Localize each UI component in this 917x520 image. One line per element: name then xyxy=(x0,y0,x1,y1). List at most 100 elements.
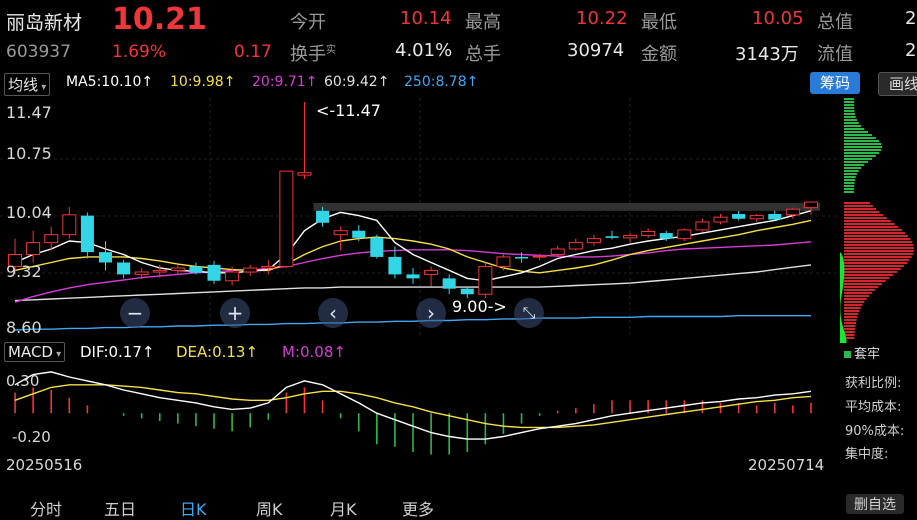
candle-body xyxy=(785,208,800,216)
candle xyxy=(641,228,656,238)
tab-daily-k[interactable]: 日K xyxy=(180,496,207,520)
tab-weekly-k[interactable]: 周K xyxy=(256,496,283,520)
float-label: 流值 xyxy=(817,44,853,65)
stock-name: 丽岛新材 xyxy=(6,12,83,34)
chip-bar-trapped xyxy=(844,223,895,225)
candle-body xyxy=(225,271,240,282)
candle-body xyxy=(26,242,41,256)
chip-bar-trapped xyxy=(844,328,856,330)
candle-body xyxy=(152,269,167,273)
candle-body xyxy=(550,248,565,256)
candle xyxy=(297,102,312,180)
chip-bar-profit xyxy=(844,176,856,178)
macd-select[interactable]: MACD ▾ xyxy=(4,342,66,362)
tab-intraday[interactable]: 分时 xyxy=(30,496,62,520)
m-legend: M:0.08↑ xyxy=(282,343,346,361)
low-label: 最低 xyxy=(641,12,677,33)
stock-code: 603937 xyxy=(6,42,71,62)
chip-bar-trapped xyxy=(844,214,884,216)
tab-more[interactable]: 更多 xyxy=(402,496,434,520)
candle-body xyxy=(352,230,366,238)
chip-bar-trapped xyxy=(844,253,914,255)
candle-body xyxy=(134,271,149,275)
candle xyxy=(261,260,276,275)
candle xyxy=(80,212,94,259)
chip-bar-profit xyxy=(844,110,855,112)
cost-90-label: 90%成本: xyxy=(845,424,905,439)
end-date: 20250714 xyxy=(748,456,825,474)
chip-bar-profit xyxy=(844,107,855,109)
ma60-legend: 60:9.42↑ xyxy=(324,74,390,90)
chip-bar-trapped xyxy=(844,265,905,267)
chip-bar-profit xyxy=(844,143,882,145)
candle-body xyxy=(388,256,402,275)
chip-bar-profit xyxy=(844,164,865,166)
prev-button[interactable]: ‹ xyxy=(318,298,348,328)
remove-watchlist-button[interactable]: 删自选 xyxy=(846,494,904,514)
candle-body xyxy=(243,267,258,273)
candle-body xyxy=(117,262,131,275)
candle-body xyxy=(261,265,276,269)
chip-bar-profit xyxy=(844,104,855,106)
chip-bar-trapped xyxy=(844,268,901,270)
candle-body xyxy=(297,172,312,176)
chip-bar-profit xyxy=(844,188,855,190)
chip-bar-profit xyxy=(844,101,855,103)
chip-bar-trapped xyxy=(844,295,870,297)
avg-cost-label: 平均成本: xyxy=(845,400,902,415)
next-button[interactable]: › xyxy=(416,298,446,328)
candle-body xyxy=(370,237,384,257)
candle-body xyxy=(768,214,782,220)
chip-distribution-chart xyxy=(840,98,914,343)
chip-bar-trapped xyxy=(844,292,872,294)
candle-body xyxy=(44,234,59,244)
indicator-select[interactable]: 均线 ▾ xyxy=(4,73,51,96)
zoom-in-button[interactable]: + xyxy=(220,298,250,328)
candle-body xyxy=(279,170,294,267)
chip-bar-profit xyxy=(844,155,876,157)
candle-body xyxy=(532,255,547,258)
tab-five-day[interactable]: 五日 xyxy=(104,496,136,520)
candle xyxy=(568,238,583,251)
chip-bar-trapped xyxy=(844,208,877,210)
chip-bar-profit xyxy=(844,170,859,172)
candle-body xyxy=(732,214,746,219)
chevron-down-icon: ▾ xyxy=(38,82,47,93)
macd-chart[interactable] xyxy=(0,366,840,456)
ma10-line xyxy=(14,219,812,274)
chip-bar-trapped xyxy=(844,289,875,291)
chip-bar-trapped xyxy=(844,202,870,204)
chip-bar-profit xyxy=(844,191,855,193)
chip-bar-trapped xyxy=(844,313,859,315)
chip-bar-profit xyxy=(844,173,857,175)
candle-body xyxy=(442,278,456,289)
candle xyxy=(749,214,764,222)
total-value-label: 总值 xyxy=(817,12,853,33)
zoom-out-button[interactable]: − xyxy=(120,298,150,328)
candle xyxy=(586,234,601,246)
chip-bar-trapped xyxy=(844,280,886,282)
dif-legend: DIF:0.17↑ xyxy=(80,343,155,361)
chips-button[interactable]: 筹码 xyxy=(810,72,860,94)
candle xyxy=(98,241,113,271)
chip-legend: 套牢 xyxy=(844,343,880,362)
profit-ratio-label: 获利比例: xyxy=(845,376,902,391)
dea-legend: DEA:0.13↑ xyxy=(176,343,259,361)
chip-bar-trapped xyxy=(844,217,887,219)
chip-bar-profit xyxy=(844,122,859,124)
current-price: 10.21 xyxy=(112,2,207,37)
expand-icon[interactable]: ⤡ xyxy=(514,298,544,328)
total-value-partial: 2 xyxy=(905,8,917,29)
chip-bar-trapped xyxy=(844,220,891,222)
turnover-label: 换手实 xyxy=(290,44,336,65)
high-value: 10.22 xyxy=(576,8,628,29)
ma250-legend: 250:8.78↑ xyxy=(404,74,479,90)
tab-monthly-k[interactable]: 月K xyxy=(330,496,357,520)
candle xyxy=(370,234,384,259)
candle xyxy=(695,218,710,232)
draw-line-button[interactable]: 画线 xyxy=(878,72,917,96)
y-label-2: 10.04 xyxy=(6,203,52,222)
ma20-legend: 20:9.71↑ xyxy=(252,74,318,90)
y-label-1: 10.75 xyxy=(6,144,52,163)
chip-bar-profit xyxy=(844,116,856,118)
